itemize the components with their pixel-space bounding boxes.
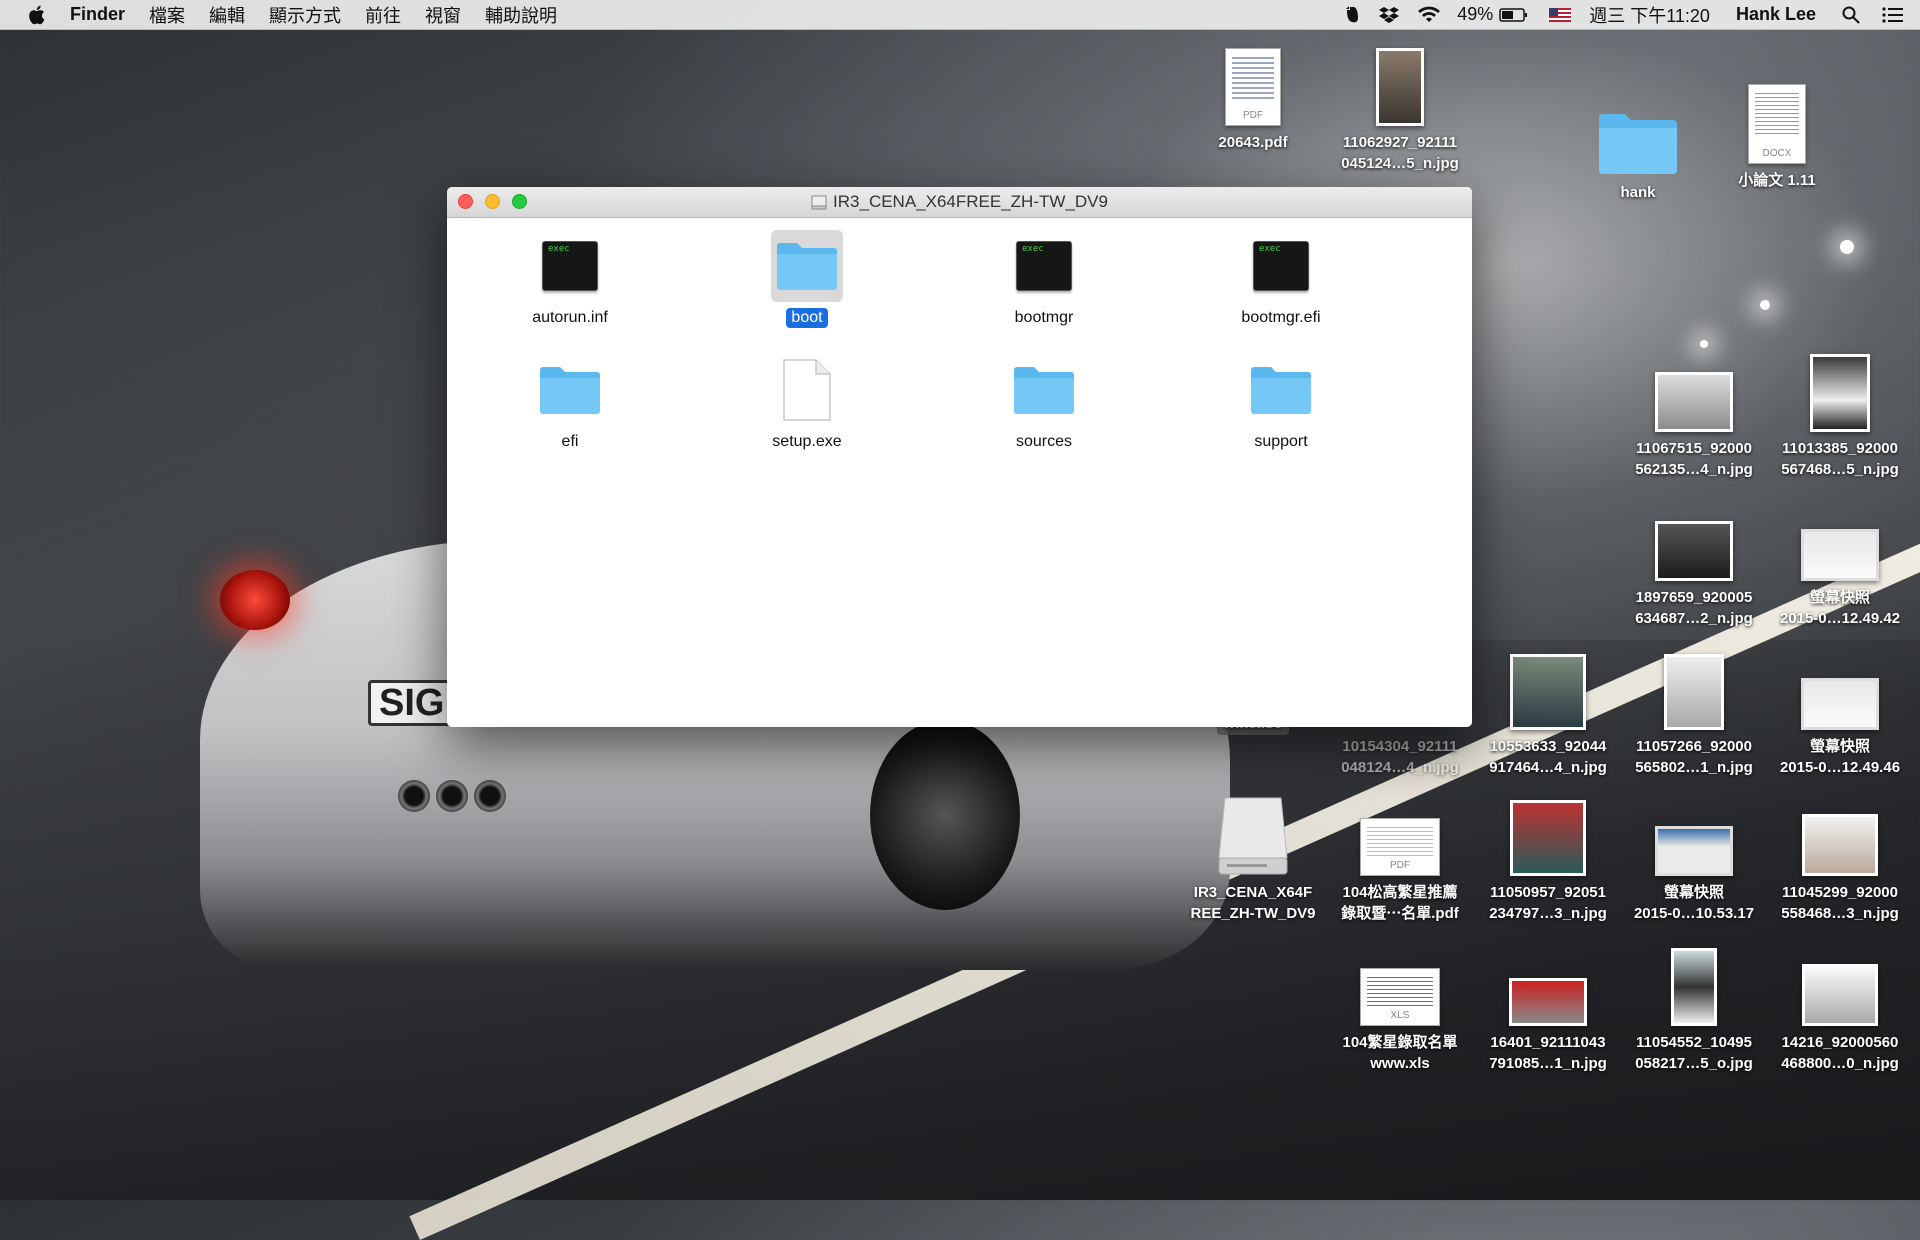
desktop-file-photo[interactable]: 11054552_10495 058217…5_o.jpg [1619,940,1769,1074]
menu-edit[interactable]: 編輯 [209,2,245,28]
menu-file[interactable]: 檔案 [149,2,185,28]
desktop-file-xls[interactable]: XLS 104繁星錄取名單 www.xls [1325,940,1475,1074]
menu-app-name[interactable]: Finder [70,4,125,25]
photo-thumbnail-icon [1671,948,1717,1026]
exec-file-icon: exec [542,241,598,291]
screenshot-thumbnail-icon [1801,678,1879,730]
tunnel-light [1840,240,1854,254]
screenshot-thumbnail-icon [1655,826,1733,876]
tunnel-light [1760,300,1770,310]
desktop-disk-image[interactable]: IR3_CENA_X64F REE_ZH-TW_DV9 [1178,790,1328,924]
folder-icon [1251,367,1311,414]
desktop-file-photo[interactable]: 11057266_92000 565802…1_n.jpg [1619,644,1769,778]
menu-view[interactable]: 顯示方式 [269,2,341,28]
xls-file-icon: XLS [1360,968,1440,1026]
file-name: boot [786,308,828,328]
file-item[interactable]: setup.exe [717,354,897,452]
exec-file-icon: exec [1253,241,1309,291]
photo-thumbnail-icon [1376,48,1424,126]
photo-thumbnail-icon [1802,964,1878,1026]
file-item[interactable]: boot [717,230,897,328]
document-icon [783,359,831,421]
desktop-file-docx[interactable]: DOCX 小論文 1.11 [1702,78,1852,191]
photo-thumbnail-icon [1810,354,1870,432]
folder-icon [540,367,600,414]
file-name: setup.exe [772,433,842,450]
desktop-file-photo[interactable]: 11045299_92000 558468…3_n.jpg [1765,790,1915,924]
car-exhaust [474,780,506,812]
photo-thumbnail-icon [1802,814,1878,876]
battery-percent: 49% [1457,4,1494,24]
spotlight-search-icon[interactable] [1842,6,1860,24]
file-item[interactable]: exec autorun.inf [480,230,660,328]
desktop-file-screenshot[interactable]: 螢幕快照 2015-0…10.53.17 [1619,790,1769,924]
car-exhaust [436,780,468,812]
window-title: IR3_CENA_X64FREE_ZH-TW_DV9 [833,192,1108,211]
flag-us-icon[interactable] [1549,7,1572,22]
folder-icon [1014,367,1074,414]
clock[interactable]: 週三 下午11:20 [1589,2,1710,28]
file-name: autorun.inf [532,309,608,326]
file-item[interactable]: efi [480,354,660,452]
car-taillight [220,570,290,630]
desktop-file-pdf[interactable]: PDF 104松高繁星推薦 錄取暨⋯名單.pdf [1325,790,1475,924]
menu-go[interactable]: 前往 [365,2,401,28]
file-name: support [1254,433,1308,450]
car-exhaust [398,780,430,812]
desktop-file-photo[interactable]: 11062927_92111 045124…5_n.jpg [1325,40,1475,174]
desktop-file-photo[interactable]: 14216_92000560 468800…0_n.jpg [1765,940,1915,1074]
desktop-file-photo[interactable]: 10553633_92044 917464…4_n.jpg [1473,644,1623,778]
desktop-file-photo[interactable]: 11013385_92000 567468…5_n.jpg [1765,346,1915,480]
desktop-file-photo[interactable]: 16401_92111043 791085…1_n.jpg [1473,940,1623,1074]
file-item[interactable]: exec bootmgr.efi [1191,230,1371,328]
notification-center-icon[interactable] [1882,6,1904,23]
desktop-file-pdf[interactable]: PDF 20643.pdf [1178,40,1328,153]
folder-icon [1599,114,1677,174]
menu-window[interactable]: 視窗 [425,2,461,28]
desktop-file-photo[interactable]: 11050957_92051 234797…3_n.jpg [1473,790,1623,924]
user-name[interactable]: Hank Lee [1736,4,1816,25]
battery-icon[interactable] [1499,7,1529,23]
menu-bar: Finder 檔案 編輯 顯示方式 前往 視窗 輔助說明 49% 週三 下午11… [0,0,1920,30]
desktop-folder[interactable]: hank [1563,90,1713,203]
disk-icon [811,195,827,210]
pdf-file-icon: PDF [1360,818,1440,876]
finder-window[interactable]: IR3_CENA_X64FREE_ZH-TW_DV9 exec autorun.… [447,187,1472,727]
folder-icon [777,243,837,290]
desktop-file-photo[interactable]: 11067515_92000 562135…4_n.jpg [1619,346,1769,480]
file-name: bootmgr.efi [1241,309,1321,326]
exec-file-icon: exec [1016,241,1072,291]
docx-file-icon: DOCX [1748,84,1806,164]
photo-thumbnail-icon [1509,978,1587,1026]
menu-help[interactable]: 輔助說明 [485,2,557,28]
file-name: efi [561,433,579,450]
dropbox-icon[interactable] [1379,6,1400,24]
photo-thumbnail-icon [1664,654,1724,730]
file-name: sources [1015,433,1073,450]
screenshot-thumbnail-icon [1801,529,1879,581]
file-item[interactable]: support [1191,354,1371,452]
desktop-file-screenshot[interactable]: 螢幕快照 2015-0…12.49.42 [1765,495,1915,629]
drive-icon [1218,797,1288,875]
file-item[interactable]: sources [954,354,1134,452]
photo-thumbnail-icon [1655,521,1733,581]
window-titlebar[interactable]: IR3_CENA_X64FREE_ZH-TW_DV9 [447,187,1472,218]
wifi-icon[interactable] [1417,6,1441,24]
apple-logo-icon[interactable] [26,4,46,26]
desktop-file-photo[interactable]: 1897659_920005 634687…2_n.jpg [1619,495,1769,629]
car-wheel [870,720,1020,910]
photo-thumbnail-icon [1510,654,1586,730]
desktop-file-screenshot[interactable]: 螢幕快照 2015-0…12.49.46 [1765,644,1915,778]
photo-thumbnail-icon [1510,800,1586,876]
pdf-file-icon: PDF [1225,48,1281,126]
evernote-icon[interactable] [1343,5,1361,25]
photo-thumbnail-icon [1655,372,1733,432]
file-name: bootmgr [1014,309,1074,326]
file-item[interactable]: exec bootmgr [954,230,1134,328]
